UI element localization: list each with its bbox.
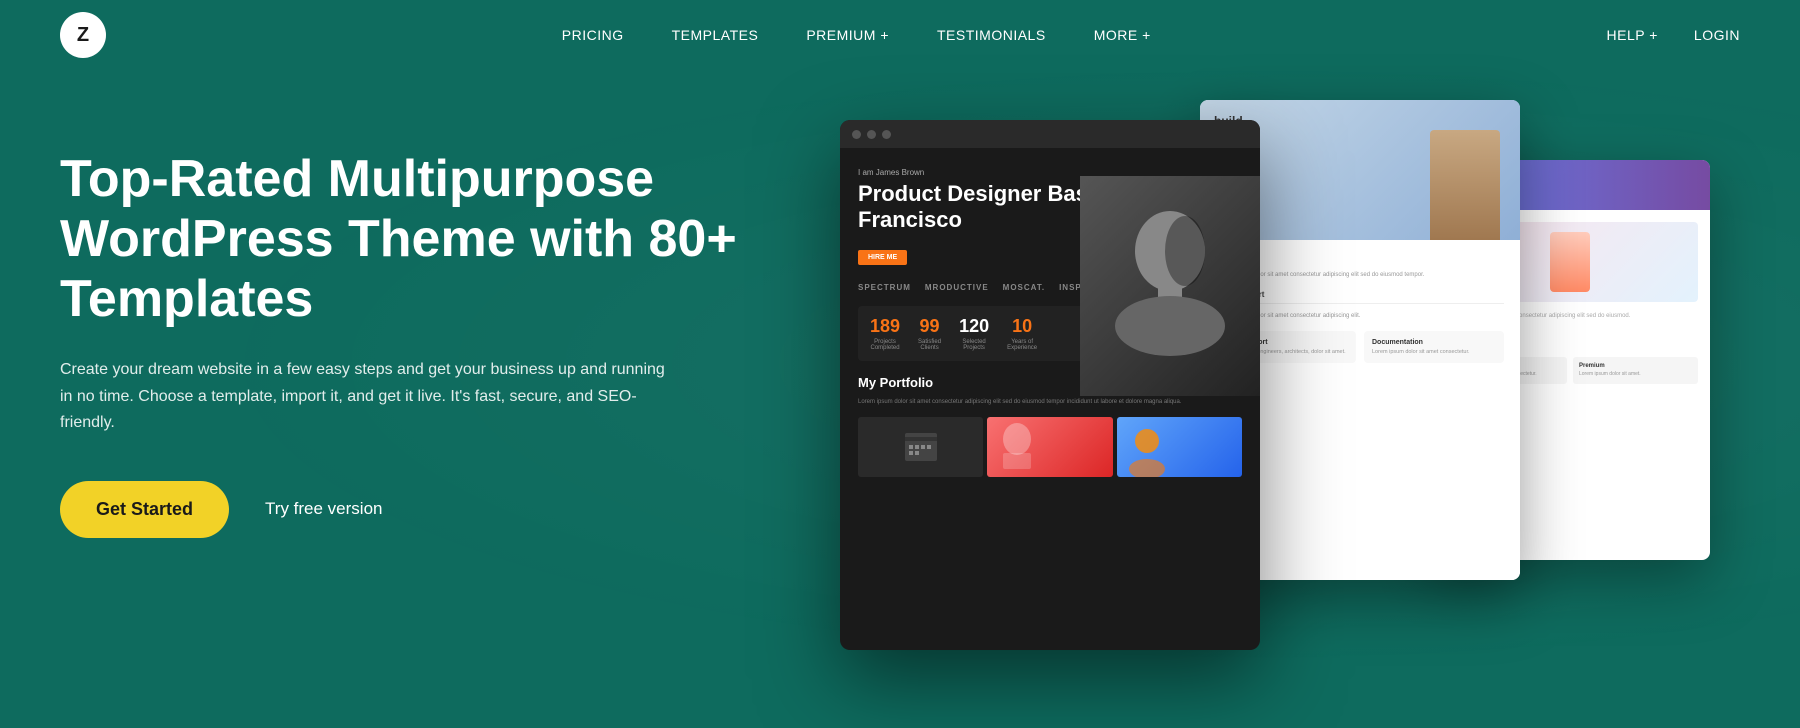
browser-titlebar: [840, 120, 1260, 148]
stat-projects-number: 189: [870, 316, 900, 337]
stat-clients: 99 SatisfiedClients: [918, 316, 941, 351]
thumb-blue: [1117, 417, 1242, 477]
try-free-button[interactable]: Try free version: [265, 499, 382, 519]
stat-years-label: Years ofExperience: [1007, 339, 1037, 351]
logo-mroductive: mRODUCTive: [925, 283, 989, 292]
brand-logo[interactable]: Z: [60, 12, 106, 58]
third-card-2: Premium Lorem ipsum dolor sit amet.: [1573, 357, 1698, 384]
secondary-card-2-title: Documentation: [1372, 339, 1496, 346]
hero-right: I am James Brown Product Designer Based …: [840, 100, 1740, 680]
third-card-2-body: Lorem ipsum dolor sit amet.: [1579, 371, 1692, 378]
stat-clients-number: 99: [918, 316, 941, 337]
nav-templates[interactable]: TEMPLATES: [672, 27, 759, 43]
stat-years-number: 10: [1007, 316, 1037, 337]
stat-selected: 120 SelectedProjects: [959, 316, 989, 351]
hero-description: Create your dream website in a few easy …: [60, 357, 680, 436]
thumb-red: [987, 417, 1112, 477]
secondary-card-2-body: Lorem ipsum dolor sit amet consectetur.: [1372, 349, 1496, 355]
third-card-2-title: Premium: [1579, 363, 1692, 369]
nav-pricing[interactable]: PRICING: [562, 27, 624, 43]
logo-spectrum: SPECTRUM: [858, 283, 911, 292]
stat-projects: 189 ProjectsCompleted: [870, 316, 900, 351]
nav-help[interactable]: HELP +: [1607, 27, 1658, 43]
browser-dot-yellow: [867, 130, 876, 139]
portfolio-body-text: Lorem ipsum dolor sit amet consectetur a…: [858, 398, 1242, 407]
thumb-calendar: [858, 417, 983, 477]
browser-dot-red: [852, 130, 861, 139]
portfolio-hire-btn[interactable]: HIRE ME: [858, 250, 907, 265]
hero-title: Top-Rated Multipurpose WordPress Theme w…: [60, 150, 760, 329]
hero-buttons: Get Started Try free version: [60, 481, 760, 538]
logo-moscat: MOSCAT.: [1003, 283, 1045, 292]
nav-testimonials[interactable]: TESTIMONIALS: [937, 27, 1046, 43]
portfolio-face-image: [1080, 176, 1260, 396]
main-content: Top-Rated Multipurpose WordPress Theme w…: [0, 70, 1800, 728]
portfolio-grid: [858, 417, 1242, 477]
third-person-figure: [1550, 232, 1590, 292]
secondary-card-2: Documentation Lorem ipsum dolor sit amet…: [1364, 331, 1504, 363]
get-started-button[interactable]: Get Started: [60, 481, 229, 538]
nav-center: PRICING TEMPLATES PREMIUM + TESTIMONIALS…: [562, 27, 1151, 43]
hero-left: Top-Rated Multipurpose WordPress Theme w…: [60, 110, 760, 538]
stat-years: 10 Years ofExperience: [1007, 316, 1037, 351]
secondary-figure: [1430, 130, 1500, 240]
stat-selected-number: 120: [959, 316, 989, 337]
mockup-main-browser: I am James Brown Product Designer Based …: [840, 120, 1260, 650]
face-svg: [1110, 196, 1230, 376]
header: Z PRICING TEMPLATES PREMIUM + TESTIMONIA…: [0, 0, 1800, 70]
stat-clients-label: SatisfiedClients: [918, 339, 941, 351]
nav-right: HELP + LOGIN: [1607, 27, 1740, 43]
nav-login[interactable]: LOGIN: [1694, 27, 1740, 43]
nav-premium[interactable]: PREMIUM +: [806, 27, 889, 43]
nav-more[interactable]: MORE +: [1094, 27, 1151, 43]
stat-projects-label: ProjectsCompleted: [870, 339, 900, 351]
stat-selected-label: SelectedProjects: [959, 339, 989, 351]
browser-dot-green: [882, 130, 891, 139]
